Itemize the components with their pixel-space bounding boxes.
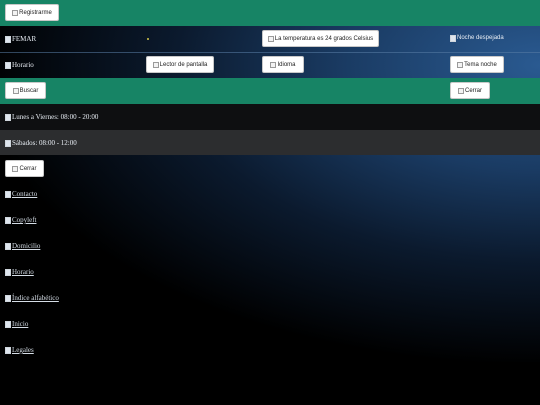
close-icon: [12, 165, 19, 172]
close-search-button[interactable]: Cerrar: [450, 82, 490, 99]
weather-icon: [450, 34, 456, 42]
screen-reader-label: Lector de pantalla: [159, 61, 208, 68]
search-button[interactable]: Buscar: [5, 82, 46, 99]
hours-weekday: Lunes a Viernes: 08:00 - 20:00: [5, 112, 98, 122]
close-menu-button[interactable]: Cerrar: [5, 160, 44, 177]
screen-reader-icon: [152, 61, 159, 68]
address-icon: [5, 242, 11, 250]
menu-link-horario[interactable]: Horario: [5, 267, 34, 277]
search-label: Buscar: [19, 87, 39, 94]
schedule-icon: [5, 268, 11, 276]
schedule-link[interactable]: Horario: [5, 60, 34, 70]
menu-link-label[interactable]: Índice alfabético: [12, 294, 59, 302]
contact-icon: [5, 190, 11, 198]
close-menu-label: Cerrar: [19, 165, 37, 172]
clock-icon: [5, 113, 11, 121]
temperature-button[interactable]: La temperatura es 24 grados Celsius: [262, 30, 379, 47]
menu-link-label[interactable]: Copyleft: [12, 216, 37, 224]
hours-weekday-band: Lunes a Viernes: 08:00 - 20:00: [0, 104, 540, 130]
logo-image-icon: [5, 35, 11, 43]
night-theme-label: Tema noche: [464, 61, 497, 68]
temperature-label: La temperatura es 24 grados Celsius: [274, 35, 374, 42]
site-logo[interactable]: FEMAR: [5, 34, 36, 44]
copyleft-icon: [5, 216, 11, 224]
menu-link-label[interactable]: Legales: [12, 346, 34, 354]
schedule-icon: [5, 61, 11, 69]
header-bar: Registrarme: [0, 0, 540, 26]
home-icon: [5, 320, 11, 328]
hours-saturday-text: Sábados: 08:00 - 12:00: [12, 139, 77, 147]
register-button[interactable]: Registrarme: [5, 4, 59, 21]
weather-indicator: Noche despejada: [450, 33, 504, 43]
legal-icon: [5, 346, 11, 354]
temperature-icon: [267, 35, 274, 42]
hours-saturday-band: Sábados: 08:00 - 12:00: [0, 130, 540, 155]
menu-link-contacto[interactable]: Contacto: [5, 189, 37, 199]
menu-link-label[interactable]: Horario: [12, 268, 34, 276]
search-bar: Buscar Cerrar: [0, 78, 540, 104]
weather-alt-text: Noche despejada: [457, 35, 504, 41]
menu-link-label[interactable]: Domicilio: [12, 242, 40, 250]
register-label: Registrarme: [19, 9, 52, 16]
index-icon: [5, 294, 11, 302]
menu-link-label[interactable]: Contacto: [12, 190, 37, 198]
language-icon: [270, 61, 277, 68]
night-theme-icon: [457, 61, 464, 68]
schedule-alt-text: Horario: [12, 61, 34, 69]
night-theme-button[interactable]: Tema noche: [450, 56, 504, 73]
search-icon: [12, 87, 19, 94]
menu-link-domicilio[interactable]: Domicilio: [5, 241, 40, 251]
menu-link-indice[interactable]: Índice alfabético: [5, 293, 59, 303]
menu-link-inicio[interactable]: Inicio: [5, 319, 28, 329]
screen-reader-button[interactable]: Lector de pantalla: [146, 56, 214, 73]
hours-weekday-text: Lunes a Viernes: 08:00 - 20:00: [12, 113, 99, 121]
register-icon: [12, 9, 19, 16]
close-icon: [457, 87, 464, 94]
row-divider: [0, 52, 540, 53]
menu-link-copyleft[interactable]: Copyleft: [5, 215, 37, 225]
menu-link-label[interactable]: Inicio: [12, 320, 28, 328]
menu-link-legales[interactable]: Legales: [5, 345, 34, 355]
clock-icon: [5, 139, 11, 147]
status-dot: [147, 38, 149, 40]
logo-alt-text: FEMAR: [12, 35, 37, 43]
close-search-label: Cerrar: [464, 87, 482, 94]
language-button[interactable]: Idioma: [262, 56, 304, 73]
language-label: Idioma: [277, 61, 296, 68]
page-background: [0, 0, 540, 362]
hours-saturday: Sábados: 08:00 - 12:00: [5, 138, 77, 148]
